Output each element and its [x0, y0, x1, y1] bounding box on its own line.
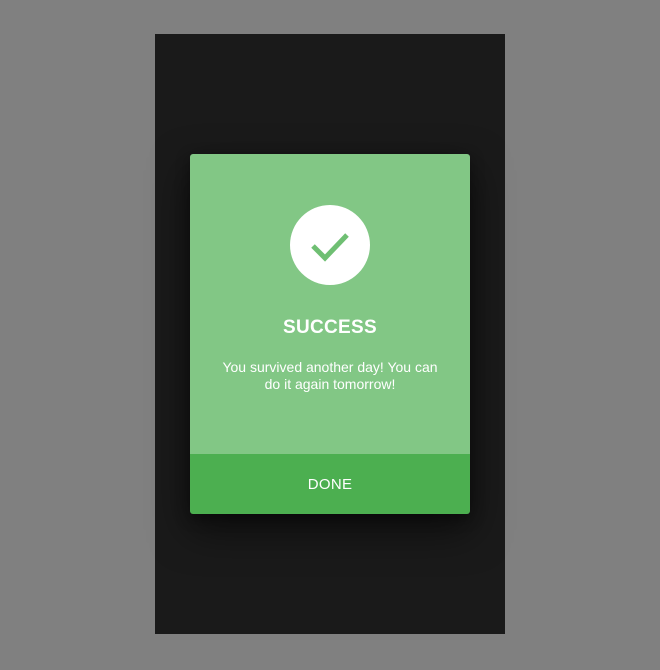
dialog-body: SUCCESS You survived another day! You ca… — [190, 154, 470, 454]
phone-screen: SUCCESS You survived another day! You ca… — [155, 34, 505, 634]
checkmark-icon — [311, 233, 349, 262]
dialog-title: SUCCESS — [283, 317, 377, 338]
success-dialog: SUCCESS You survived another day! You ca… — [190, 154, 470, 514]
done-button[interactable]: DONE — [190, 454, 470, 514]
dialog-message: You survived another day! You can do it … — [222, 359, 438, 392]
success-badge — [290, 205, 370, 285]
